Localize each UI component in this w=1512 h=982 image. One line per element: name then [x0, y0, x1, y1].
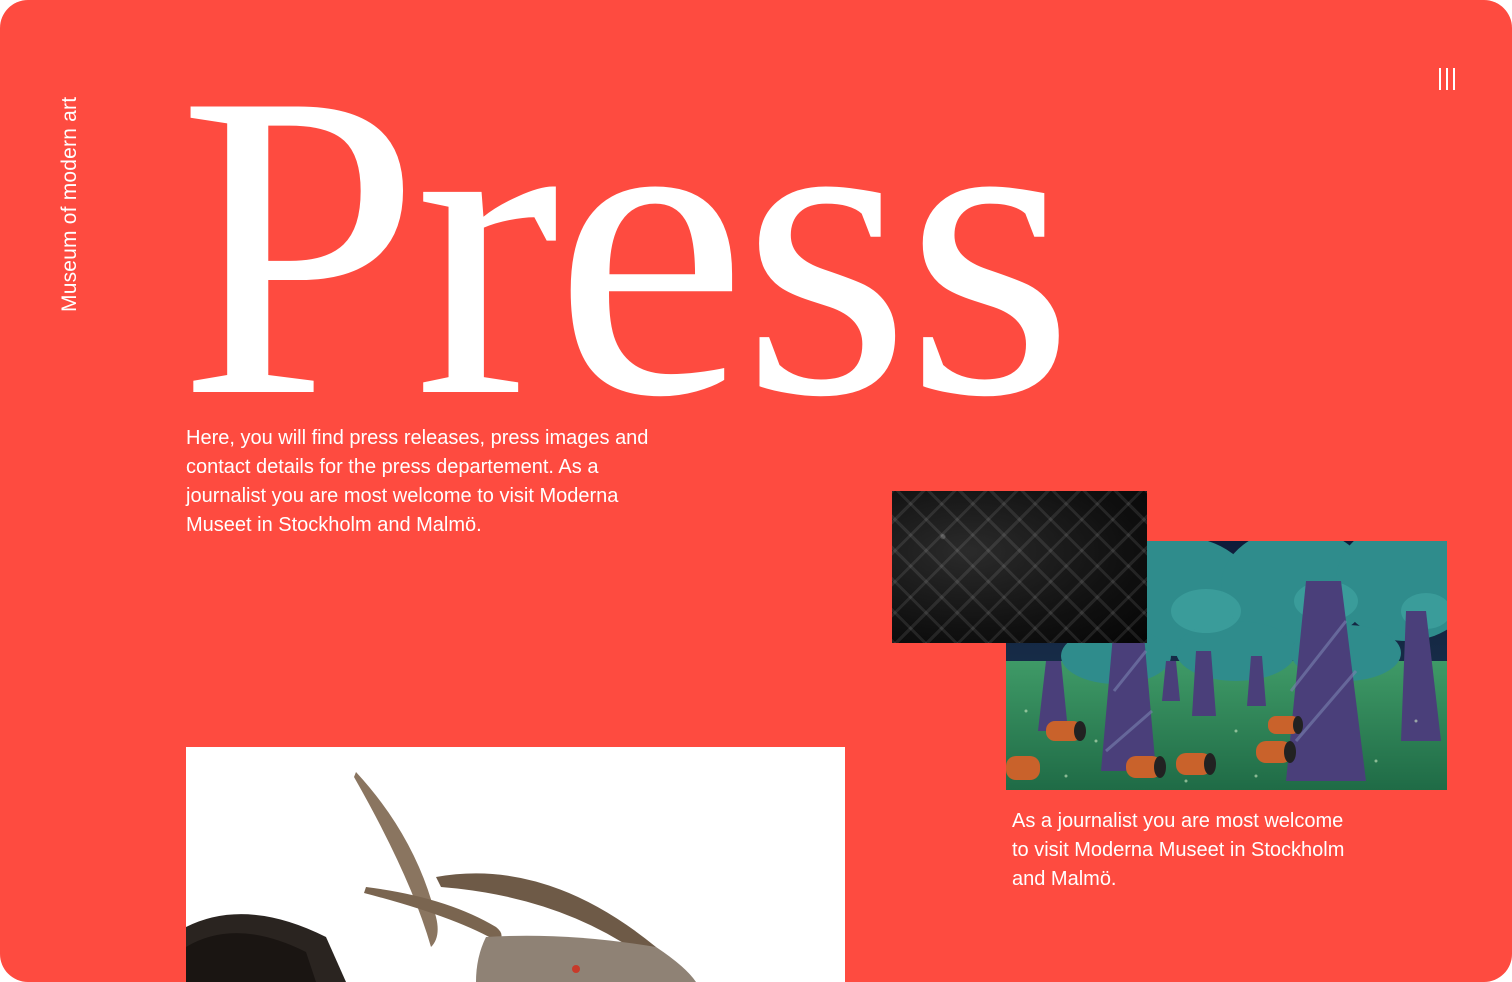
menu-bars-icon — [1439, 68, 1455, 90]
menu-button[interactable] — [1430, 62, 1464, 96]
page-title: Press — [178, 4, 1075, 487]
image-caption: As a journalist you are most welcome to … — [1012, 810, 1345, 890]
brand-name[interactable]: Museum of modern art — [58, 97, 82, 312]
press-image-dark-texture[interactable] — [892, 491, 1147, 643]
press-image-goat-sculpture[interactable] — [186, 747, 845, 982]
intro-text: Here, you will find press releases, pres… — [186, 427, 649, 536]
press-page: Museum of modern art Press Here, you wil… — [0, 0, 1512, 982]
